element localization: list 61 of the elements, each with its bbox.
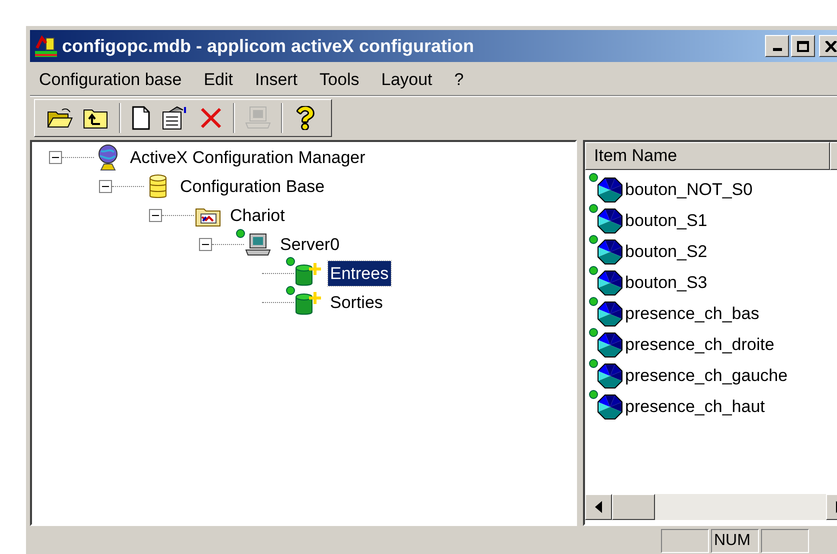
tag-icon — [597, 238, 623, 264]
toolbar-button[interactable] — [83, 106, 109, 128]
close-icon — [825, 40, 837, 52]
tree-item[interactable]: Configuration Base — [178, 174, 327, 200]
scroll-thumb[interactable] — [612, 494, 655, 520]
column-header[interactable]: Item Name — [585, 142, 830, 170]
globe-icon — [96, 144, 120, 172]
tree-item[interactable]: Server0 — [278, 232, 342, 258]
window-title: configopc.mdb - applicom activeX configuration — [62, 34, 474, 58]
menu-item[interactable]: Edit — [204, 66, 234, 92]
list-item[interactable]: bouton_S3 — [625, 270, 708, 296]
tag-icon — [597, 332, 623, 358]
menu-item[interactable]: Layout — [381, 66, 432, 92]
collapse-toggle[interactable] — [199, 238, 212, 251]
app-icon — [34, 34, 58, 58]
list-item[interactable]: presence_ch_gauche — [625, 362, 788, 388]
computer-icon — [245, 232, 271, 256]
database-icon — [148, 174, 168, 200]
new-document-icon — [131, 106, 151, 130]
tag-icon — [597, 394, 623, 420]
list-item[interactable]: presence_ch_droite — [625, 332, 774, 358]
tree-item[interactable]: Sorties — [328, 290, 385, 316]
collapse-toggle[interactable] — [99, 180, 112, 193]
toolbar-button[interactable] — [161, 106, 189, 130]
menu-item[interactable]: Configuration base — [39, 66, 182, 92]
tag-icon — [597, 176, 623, 202]
list-item[interactable]: presence_ch_bas — [625, 300, 760, 326]
status-pane — [661, 529, 709, 553]
toolbar-button[interactable] — [47, 106, 73, 128]
menu-item[interactable]: Tools — [320, 66, 360, 92]
database-add-icon — [294, 290, 322, 316]
list-item[interactable]: bouton_S1 — [625, 208, 708, 234]
tag-icon — [597, 208, 623, 234]
properties-icon — [161, 106, 189, 130]
computer-icon — [245, 106, 271, 130]
collapse-toggle[interactable] — [149, 209, 162, 222]
list-item[interactable]: bouton_NOT_S0 — [625, 176, 753, 202]
maximize-button[interactable] — [791, 35, 815, 57]
tag-icon — [597, 300, 623, 326]
left-arrow-icon — [595, 501, 602, 513]
list-item[interactable]: presence_ch_haut — [625, 394, 765, 420]
minimize-button[interactable] — [765, 35, 789, 57]
collapse-toggle[interactable] — [49, 151, 62, 164]
database-add-icon — [294, 260, 322, 286]
tree-item[interactable]: Entrees — [328, 260, 391, 286]
status-pane: NUM — [711, 529, 759, 553]
tree-item[interactable]: Chariot — [228, 202, 287, 228]
scroll-left-button[interactable] — [585, 494, 612, 520]
status-pane — [761, 529, 809, 553]
menu-item[interactable]: ? — [454, 66, 464, 92]
delete-icon — [199, 106, 223, 130]
tree-item[interactable]: ActiveX Configuration Manager — [128, 144, 368, 170]
list-item[interactable]: bouton_S2 — [625, 238, 708, 264]
close-button[interactable] — [819, 35, 837, 57]
toolbar-button[interactable] — [131, 106, 151, 130]
tag-icon — [597, 362, 623, 388]
horizontal-scrollbar[interactable] — [585, 494, 837, 520]
up-folder-icon — [83, 106, 109, 128]
tag-icon — [597, 270, 623, 296]
open-folder-icon — [47, 106, 73, 128]
menu-item[interactable]: Insert — [255, 66, 298, 92]
